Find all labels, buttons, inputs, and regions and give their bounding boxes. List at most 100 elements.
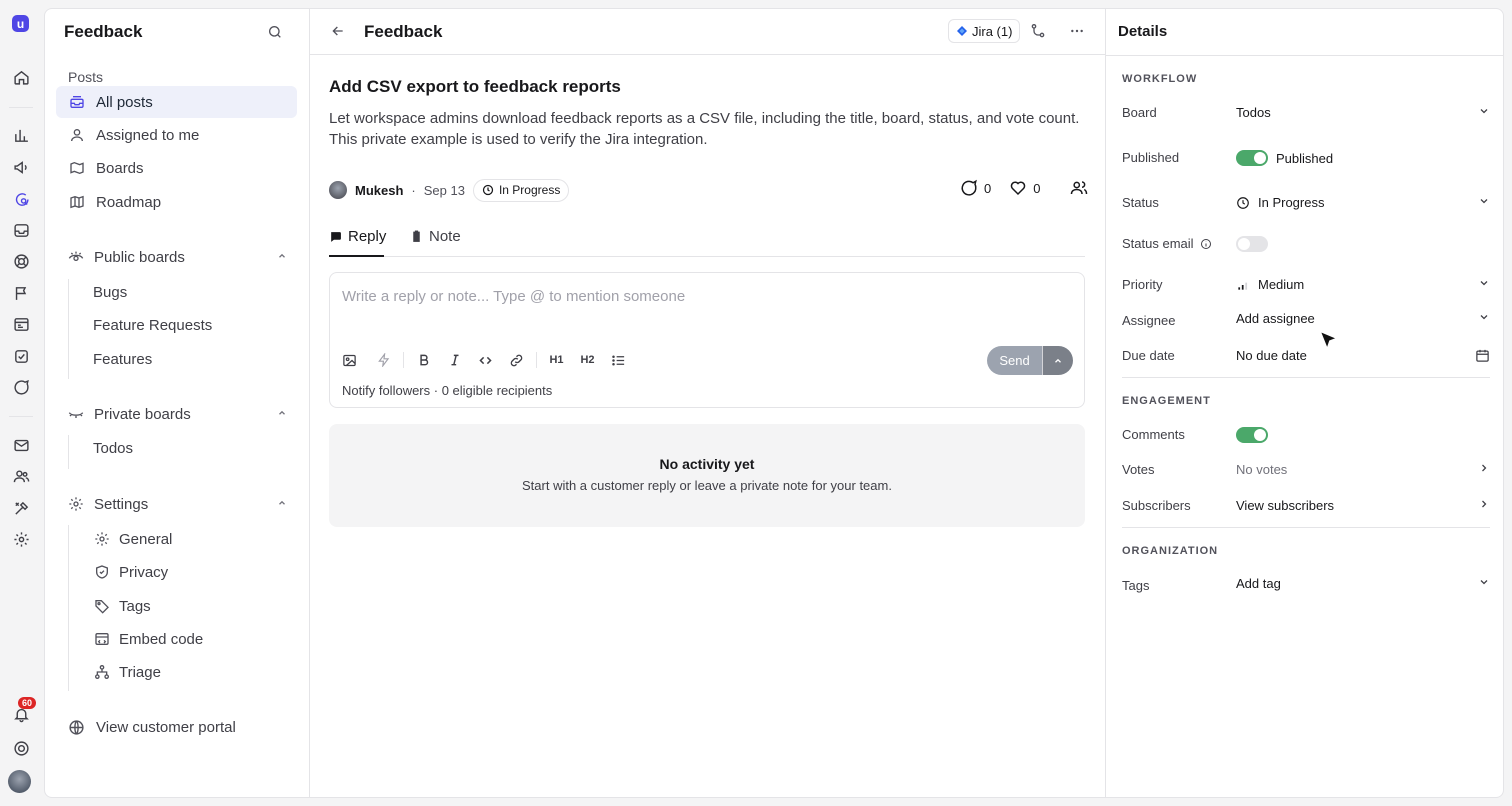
flag-icon[interactable] (9, 281, 33, 305)
checklist-icon[interactable] (9, 344, 33, 368)
settings-label: Settings (94, 495, 149, 513)
activity-empty-title: No activity yet (659, 456, 755, 472)
eye-icon (68, 249, 84, 265)
engagement-section-label: ENGAGEMENT (1122, 395, 1211, 407)
post-stats: 0 0 (960, 179, 1088, 197)
heading-1-button[interactable]: H1 (541, 354, 572, 366)
signal-bars-icon (1236, 278, 1250, 292)
nav-roadmap[interactable]: Roadmap (56, 186, 297, 218)
italic-icon[interactable] (439, 353, 470, 367)
mouse-cursor-icon (1318, 330, 1338, 350)
lightning-icon[interactable] (368, 353, 399, 367)
settings-privacy[interactable]: Privacy (93, 563, 168, 581)
branch-icon[interactable] (1030, 23, 1046, 39)
heart-icon[interactable] (1009, 179, 1027, 197)
heading-2-button[interactable]: H2 (572, 354, 603, 366)
tags-label: Tags (1122, 578, 1150, 593)
chevron-down-icon (1478, 105, 1490, 117)
author-name[interactable]: Mukesh (355, 183, 403, 198)
organization-section-label: ORGANIZATION (1122, 545, 1219, 557)
mail-icon[interactable] (9, 433, 33, 457)
public-boards-toggle[interactable]: Public boards (56, 243, 297, 271)
priority-row[interactable]: Priority Medium (1122, 273, 1490, 297)
chevron-up-icon (277, 408, 287, 418)
published-toggle[interactable] (1236, 150, 1268, 166)
help-icon[interactable] (9, 736, 33, 760)
status-badge[interactable]: In Progress (472, 178, 570, 202)
notify-followers-text: Notify followers · 0 eligible recipients (342, 383, 553, 398)
assignee-label: Assignee (1122, 313, 1176, 328)
home-icon[interactable] (9, 65, 33, 89)
info-icon[interactable] (1200, 238, 1212, 250)
due-date-label: Due date (1122, 348, 1175, 363)
settings-tags[interactable]: Tags (93, 597, 151, 615)
comment-icon[interactable] (960, 179, 978, 197)
settings-toggle[interactable]: Settings (56, 490, 297, 518)
settings-general[interactable]: General (93, 530, 172, 548)
author-avatar (329, 181, 347, 199)
support-icon[interactable] (9, 249, 33, 273)
calendar-icon[interactable] (1475, 348, 1490, 363)
settings-embed-code[interactable]: Embed code (93, 630, 203, 648)
user-avatar[interactable] (8, 770, 31, 793)
status-email-label: Status email (1122, 236, 1194, 251)
followers-icon[interactable] (1070, 179, 1088, 197)
settings-triage[interactable]: Triage (93, 663, 161, 681)
browser-icon[interactable] (9, 312, 33, 336)
nav-all-posts[interactable]: All posts (56, 86, 297, 118)
bold-icon[interactable] (408, 353, 439, 367)
inbox-icon[interactable] (9, 218, 33, 242)
settings-triage-label: Triage (119, 663, 161, 681)
post-date: Sep 13 (423, 182, 465, 198)
settings-gear-icon[interactable] (9, 527, 33, 551)
feedback-icon[interactable] (9, 187, 33, 211)
users-icon[interactable] (9, 464, 33, 488)
nav-assigned-to-me[interactable]: Assigned to me (56, 119, 297, 151)
code-icon[interactable] (470, 353, 501, 368)
jira-button[interactable]: Jira (1) (948, 19, 1021, 43)
analytics-icon[interactable] (9, 123, 33, 147)
list-icon[interactable] (603, 353, 634, 368)
tags-row[interactable]: Tags Add tag (1122, 574, 1490, 598)
comments-toggle[interactable] (1236, 427, 1268, 443)
settings-embed-label: Embed code (119, 630, 204, 648)
board-row[interactable]: Board Todos (1122, 101, 1490, 125)
more-icon[interactable] (1069, 23, 1085, 39)
board-feature-requests[interactable]: Feature Requests (93, 317, 212, 334)
settings-general-label: General (119, 530, 173, 548)
status-row[interactable]: Status In Progress (1122, 191, 1490, 215)
send-options-chevron-up-icon[interactable] (1042, 346, 1073, 375)
due-date-value: No due date (1236, 348, 1307, 363)
post-meta: Mukesh · Sep 13 In Progress (329, 178, 570, 202)
megaphone-icon[interactable] (9, 155, 33, 179)
due-date-row[interactable]: Due date No due date (1122, 344, 1490, 368)
priority-value: Medium (1236, 277, 1304, 292)
private-boards-toggle[interactable]: Private boards (56, 400, 297, 428)
view-customer-portal-link[interactable]: View customer portal (56, 711, 297, 743)
post-detail: Feedback Jira (1) Add CSV export to feed… (310, 9, 1105, 797)
subscribers-row[interactable]: Subscribers View subscribers (1122, 494, 1490, 518)
workflow-section-label: WORKFLOW (1122, 73, 1198, 85)
assignee-row[interactable]: Assignee Add assignee (1122, 309, 1490, 333)
settings-tags-label: Tags (119, 597, 151, 615)
image-icon[interactable] (342, 353, 368, 368)
search-icon[interactable] (267, 24, 283, 40)
send-button[interactable]: Send (987, 346, 1042, 375)
tab-reply[interactable]: Reply (329, 225, 386, 257)
tools-icon[interactable] (9, 496, 33, 520)
status-email-toggle[interactable] (1236, 236, 1268, 252)
status-email-row: Status email (1122, 232, 1490, 256)
app-logo[interactable]: u (12, 15, 29, 32)
map-icon (68, 194, 85, 211)
board-bugs[interactable]: Bugs (93, 284, 127, 301)
back-arrow-icon[interactable] (330, 23, 346, 39)
nav-boards[interactable]: Boards (56, 152, 297, 184)
link-icon[interactable] (501, 353, 532, 368)
board-todos[interactable]: Todos (93, 440, 133, 457)
tab-note[interactable]: Note (410, 225, 461, 257)
sidebar-title: Feedback (64, 22, 143, 41)
votes-row[interactable]: Votes No votes (1122, 458, 1490, 482)
reply-editor[interactable]: Write a reply or note... Type @ to menti… (329, 272, 1085, 408)
board-features[interactable]: Features (93, 351, 152, 368)
chat-icon[interactable] (9, 375, 33, 399)
